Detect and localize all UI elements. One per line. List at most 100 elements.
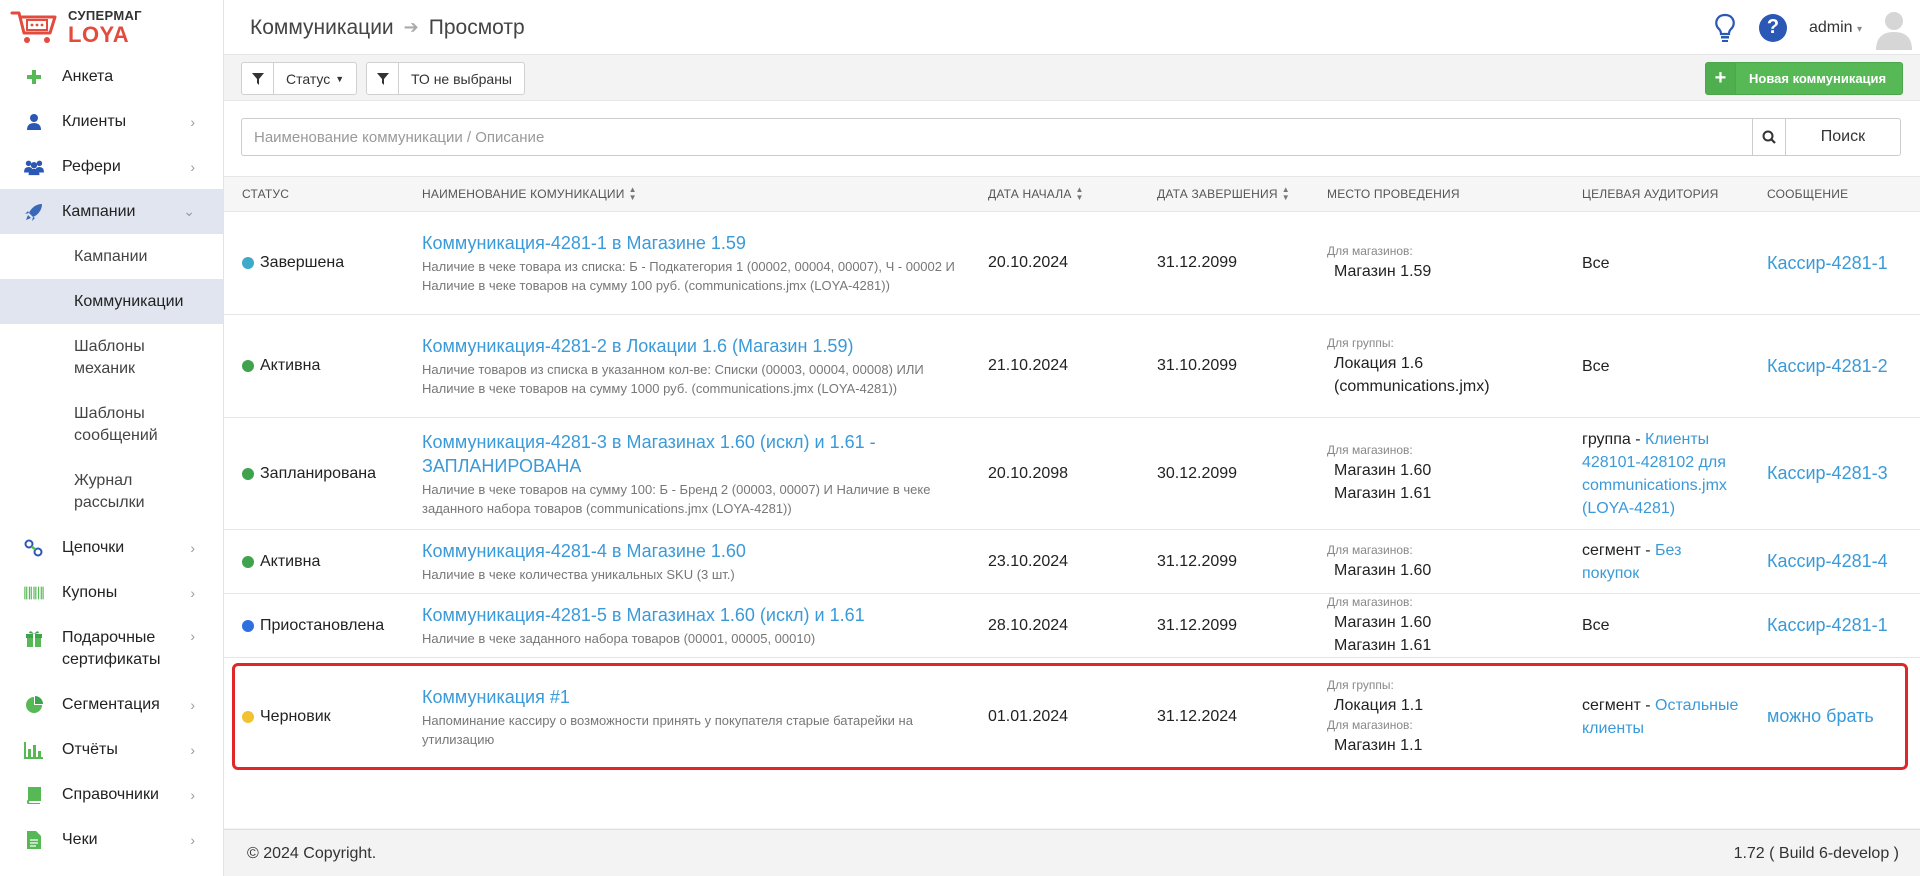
- sidebar-item-campaigns[interactable]: Кампании ⌄: [0, 189, 223, 234]
- place-value: Магазин 1.61: [1334, 485, 1432, 502]
- column-header-start-date[interactable]: Дата начала ▲ ▼: [988, 177, 1084, 211]
- place-value: Магазин 1.60: [1334, 462, 1432, 479]
- filter-icon: [242, 63, 274, 94]
- place-label: Для группы:: [1327, 335, 1394, 350]
- sidebar-subitem-message-templates[interactable]: Шаблоны сообщений: [0, 391, 223, 458]
- caret-down-icon: ▼: [335, 73, 345, 84]
- status-dot: [242, 710, 254, 723]
- sidebar-item-directories[interactable]: Справочники ›: [0, 772, 223, 817]
- new-communication-button[interactable]: + Новая коммуникация: [1705, 62, 1903, 95]
- bar-chart-icon: [24, 740, 44, 760]
- start-date: 01.01.2024: [988, 707, 1069, 725]
- table-row[interactable]: Активна Коммуникация-4281-4 в Магазине 1…: [224, 530, 1920, 594]
- communication-name-link[interactable]: Коммуникация-4281-3 в Магазинах 1.60 (ис…: [422, 430, 962, 478]
- chevron-right-icon: ›: [190, 628, 195, 644]
- end-date: 31.12.2099: [1157, 552, 1238, 570]
- communication-name-link[interactable]: Коммуникация-4281-5 в Магазинах 1.60 (ис…: [422, 603, 865, 627]
- communication-name-link[interactable]: Коммуникация-4281-4 в Магазине 1.60: [422, 539, 746, 563]
- message-link[interactable]: Кассир-4281-3: [1767, 463, 1888, 484]
- audience-cell: Все: [1582, 315, 1742, 417]
- logo[interactable]: СУПЕРМАГ LOYA: [0, 0, 223, 54]
- communication-name-link[interactable]: Коммуникация-4281-2 в Локации 1.6 (Магаз…: [422, 334, 853, 358]
- sidebar-item-label: Купоны: [62, 583, 118, 601]
- sidebar-subitem-campaigns[interactable]: Кампании: [0, 234, 223, 279]
- message-link[interactable]: Кассир-4281-4: [1767, 551, 1888, 572]
- table-row[interactable]: Завершена Коммуникация-4281-1 в Магазине…: [224, 212, 1920, 315]
- status-filter-button[interactable]: Статус ▼: [241, 62, 358, 95]
- place-value: Локация 1.1: [1334, 696, 1424, 714]
- end-date: 31.10.2099: [1157, 357, 1238, 374]
- communication-description: Напоминание кассиру о возможности принят…: [422, 712, 913, 747]
- pie-chart-icon: [24, 695, 44, 715]
- sidebar-item-gift-certificates[interactable]: Подарочные сертификаты ›: [0, 615, 223, 682]
- search-button[interactable]: Поиск: [1785, 118, 1901, 156]
- sidebar-item-anketa[interactable]: Анкета: [0, 54, 223, 99]
- column-header-name[interactable]: Наименование комуникации ▲ ▼: [422, 177, 637, 211]
- sidebar-subitem-mechanic-templates[interactable]: Шаблоны механик: [0, 324, 223, 391]
- sidebar-subitem-label: Кампании: [74, 247, 148, 265]
- toolbar: Статус ▼ ТО не выбраны + Новая коммуникац…: [224, 56, 1920, 100]
- brand-line-2: LOYA: [68, 21, 130, 47]
- sidebar-item-coupons[interactable]: Купоны ›: [0, 570, 223, 615]
- store-filter-button[interactable]: ТО не выбраны: [366, 62, 525, 95]
- table-row[interactable]: Активна Коммуникация-4281-2 в Локации 1.…: [224, 315, 1920, 418]
- chevron-right-icon: ›: [190, 786, 195, 803]
- place-value: Магазин 1.60: [1334, 614, 1432, 631]
- store-filter-label: ТО не выбраны: [411, 70, 512, 87]
- message-link[interactable]: Кассир-4281-1: [1767, 253, 1888, 274]
- sidebar-item-segmentation[interactable]: Сегментация ›: [0, 682, 223, 727]
- column-header-end-date[interactable]: Дата завершения ▲ ▼: [1157, 177, 1290, 211]
- sidebar-item-clients[interactable]: Клиенты ›: [0, 99, 223, 144]
- place-label: Для магазинов:: [1327, 595, 1413, 609]
- communication-description: Наличие в чеке товаров на сумму 100: Б -…: [422, 481, 931, 516]
- barcode-icon: [24, 583, 44, 603]
- search-bar: Поиск: [241, 118, 1901, 156]
- sidebar-subitem-label: Журнал рассылки: [74, 471, 145, 511]
- avatar[interactable]: [1872, 6, 1916, 50]
- table-row[interactable]: Приостановлена Коммуникация-4281-5 в Маг…: [224, 594, 1920, 658]
- communication-name-link[interactable]: Коммуникация-4281-1 в Магазине 1.59: [422, 231, 746, 255]
- column-label: Целевая аудитория: [1582, 187, 1719, 201]
- users-group-icon: [24, 157, 44, 177]
- column-header-audience: Целевая аудитория: [1582, 177, 1719, 211]
- message-link[interactable]: Кассир-4281-1: [1767, 615, 1888, 636]
- column-label: Место проведения: [1327, 187, 1460, 201]
- plus-icon: [24, 67, 44, 87]
- sidebar-item-reports[interactable]: Отчёты ›: [0, 727, 223, 772]
- communication-name-link[interactable]: Коммуникация #1: [422, 685, 570, 709]
- sidebar-item-chains[interactable]: Цепочки ›: [0, 525, 223, 570]
- search-input[interactable]: [241, 118, 1752, 156]
- user-menu[interactable]: admin ▾: [1809, 19, 1862, 37]
- audience-prefix: сегмент -: [1582, 541, 1656, 559]
- chevron-down-icon: ⌄: [183, 203, 195, 219]
- chevron-right-icon: ›: [190, 831, 195, 848]
- table-row[interactable]: Запланирована Коммуникация-4281-3 в Мага…: [224, 418, 1920, 530]
- book-icon: [24, 785, 44, 805]
- audience-cell: сегмент - Остальные клиенты: [1582, 658, 1742, 775]
- copyright: © 2024 Copyright.: [247, 844, 377, 862]
- sidebar-subitem-mailing-log[interactable]: Журнал рассылки: [0, 458, 223, 525]
- sidebar-item-receipts[interactable]: Чеки ›: [0, 817, 223, 862]
- end-date: 30.12.2099: [1157, 464, 1238, 482]
- chain-icon: [24, 538, 44, 558]
- status-dot: [242, 555, 254, 568]
- table-row[interactable]: Черновик Коммуникация #1 Напоминание кас…: [224, 658, 1920, 775]
- sidebar: СУПЕРМАГ LOYA Анкета Клиенты › Рефери › …: [0, 0, 224, 876]
- table-header: Статус Наименование комуникации ▲ ▼ Дата н…: [224, 176, 1920, 212]
- chevron-right-icon: ›: [190, 741, 195, 758]
- chevron-right-icon: ›: [190, 113, 195, 130]
- place-label: Для магазинов:: [1327, 542, 1413, 557]
- lightbulb-icon[interactable]: [1713, 13, 1737, 43]
- cart-logo-icon: [10, 11, 57, 43]
- search-icon[interactable]: [1752, 118, 1786, 156]
- plus-icon: +: [1706, 63, 1736, 94]
- filter-icon: [367, 63, 399, 94]
- breadcrumb-section[interactable]: Коммуникации: [250, 16, 394, 40]
- message-link[interactable]: можно брать: [1767, 706, 1874, 727]
- message-link[interactable]: Кассир-4281-2: [1767, 356, 1888, 377]
- sidebar-subitem-communications[interactable]: Коммуникации: [0, 279, 223, 324]
- status-dot: [242, 467, 254, 480]
- help-icon[interactable]: ?: [1758, 13, 1787, 42]
- sidebar-item-referrals[interactable]: Рефери ›: [0, 144, 223, 189]
- place-value: Магазин 1.61: [1334, 637, 1432, 654]
